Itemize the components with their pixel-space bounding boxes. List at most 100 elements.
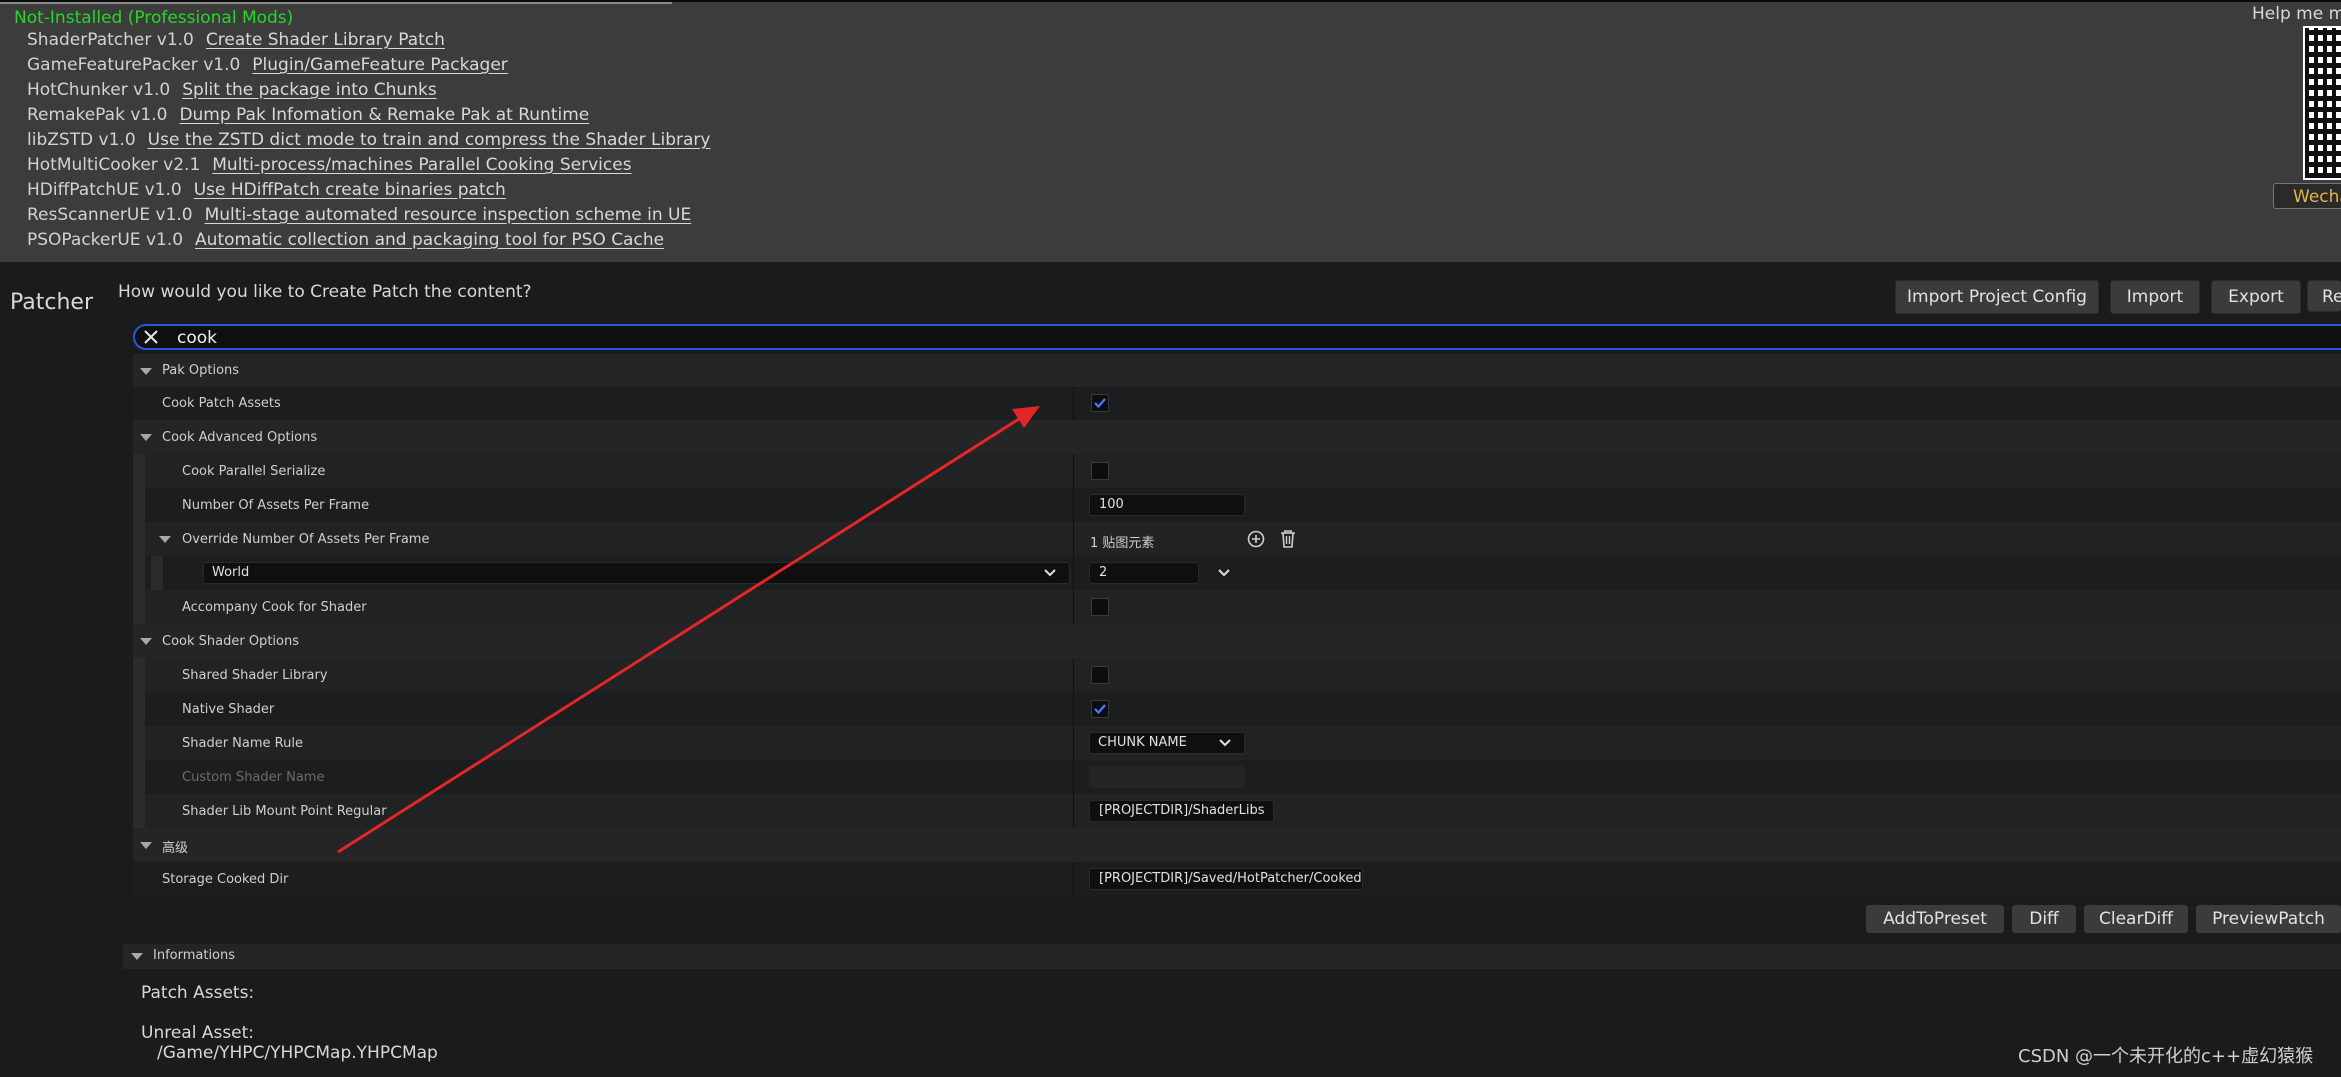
category-label: 高级 (162, 841, 189, 856)
column-divider[interactable] (1073, 556, 1074, 590)
shader-name-rule-dropdown[interactable]: CHUNK NAME (1089, 732, 1245, 754)
import-project-config-button[interactable]: Import Project Config (1895, 280, 2099, 314)
collapse-arrow-icon[interactable] (131, 953, 143, 960)
category-pak-options[interactable]: Pak Options (133, 354, 2341, 387)
clear-diff-button[interactable]: ClearDiff (2084, 905, 2188, 933)
world-value-input[interactable]: 2 (1089, 562, 1199, 584)
map-elements-count: 1 贴图元素 (1090, 536, 1155, 551)
collapse-arrow-icon[interactable] (140, 842, 152, 849)
collapse-arrow-icon[interactable] (140, 367, 152, 375)
mod-item-libzstd: libZSTD v1.0 Use the ZSTD dict mode to tr… (27, 130, 710, 154)
column-divider[interactable] (1073, 658, 1074, 692)
row-number-of-assets-per-frame: Number Of Assets Per Frame 100 (133, 488, 2341, 522)
collapse-arrow-icon[interactable] (140, 434, 152, 441)
chevron-down-icon[interactable] (1217, 568, 1231, 578)
mod-item-remakepak: RemakePak v1.0 Dump Pak Infomation & Rema… (27, 105, 589, 129)
category-informations[interactable]: Informations (123, 944, 2341, 969)
mod-item-gamefeaturepacker: GameFeaturePacker v1.0 Plugin/GameFeature… (27, 55, 508, 79)
mod-link[interactable]: Plugin/GameFeature Packager (252, 55, 507, 75)
wechat-button[interactable]: Wecha (2273, 183, 2341, 209)
delete-trash-icon[interactable] (1279, 529, 1297, 549)
dropdown-value: World (212, 565, 250, 580)
chevron-down-icon (1044, 569, 1056, 577)
row-native-shader: Native Shader (133, 692, 2341, 726)
mod-link[interactable]: Use the ZSTD dict mode to train and comp… (148, 130, 711, 150)
category-cook-advanced-options[interactable]: Cook Advanced Options (133, 420, 2341, 454)
add-element-icon[interactable] (1247, 530, 1265, 548)
top-divider (0, 2, 672, 4)
preview-patch-button[interactable]: PreviewPatch (2196, 905, 2341, 933)
reset-button[interactable]: Re (2307, 280, 2341, 312)
import-button[interactable]: Import (2110, 280, 2200, 314)
mod-name: GameFeaturePacker v1.0 (27, 55, 241, 75)
mod-link[interactable]: Create Shader Library Patch (206, 30, 445, 50)
indent-guide (133, 692, 145, 726)
mod-link[interactable]: Dump Pak Infomation & Remake Pak at Runt… (179, 105, 589, 125)
mod-item-hotchunker: HotChunker v1.0 Split the package into Ch… (27, 80, 437, 104)
property-label: Cook Parallel Serialize (182, 464, 326, 479)
native-shader-checkbox[interactable] (1091, 700, 1109, 718)
property-label: Number Of Assets Per Frame (182, 498, 370, 513)
patcher-tab-label[interactable]: Patcher (10, 290, 93, 315)
help-me-text: Help me ma (2252, 4, 2341, 24)
search-input[interactable] (175, 327, 1679, 349)
indent-guide (133, 488, 145, 522)
clear-search-icon[interactable] (141, 327, 161, 347)
collapse-arrow-icon[interactable] (159, 536, 171, 543)
storage-cooked-dir-input[interactable]: [PROJECTDIR]/Saved/HotPatcher/Cooked (1089, 868, 1363, 890)
category-label: Cook Shader Options (162, 634, 299, 649)
mod-name: PSOPackerUE v1.0 (27, 230, 184, 250)
row-cook-patch-assets: Cook Patch Assets (133, 387, 2341, 420)
patch-question: How would you like to Create Patch the c… (118, 282, 532, 302)
world-select-dropdown[interactable]: World (203, 562, 1070, 584)
column-divider[interactable] (1073, 794, 1074, 828)
category-label: Pak Options (162, 363, 240, 378)
column-divider[interactable] (1073, 522, 1074, 556)
mod-item-hotmulticooker: HotMultiCooker v2.1 Multi-process/machine… (27, 155, 632, 179)
category-advanced[interactable]: 高级 (133, 828, 2341, 862)
cook-patch-assets-checkbox[interactable] (1091, 394, 1109, 412)
category-label: Cook Advanced Options (162, 430, 318, 445)
column-divider[interactable] (1073, 488, 1074, 522)
mod-link[interactable]: Use HDiffPatch create binaries patch (194, 180, 506, 200)
category-cook-shader-options[interactable]: Cook Shader Options (133, 624, 2341, 658)
property-label: Cook Patch Assets (162, 396, 281, 411)
column-divider[interactable] (1073, 692, 1074, 726)
indent-guide (133, 522, 145, 556)
add-to-preset-button[interactable]: AddToPreset (1866, 905, 2004, 933)
row-shared-shader-library: Shared Shader Library (133, 658, 2341, 692)
mod-link[interactable]: Split the package into Chunks (182, 80, 436, 100)
indent-guide (151, 556, 163, 590)
mod-name: libZSTD v1.0 (27, 130, 136, 150)
property-label: Accompany Cook for Shader (182, 600, 367, 615)
mods-panel: Not-Installed (Professional Mods) Shader… (0, 0, 2341, 262)
mod-link[interactable]: Automatic collection and packaging tool … (195, 230, 664, 250)
diff-button[interactable]: Diff (2012, 905, 2076, 933)
number-of-assets-input[interactable]: 100 (1089, 494, 1245, 516)
cook-parallel-serialize-checkbox[interactable] (1091, 462, 1109, 480)
export-button[interactable]: Export (2211, 280, 2301, 314)
column-divider[interactable] (1073, 590, 1074, 624)
category-label: Informations (153, 948, 236, 963)
shared-shader-library-checkbox[interactable] (1091, 666, 1109, 684)
column-divider[interactable] (1073, 454, 1074, 488)
mod-item-hdiffpatchue: HDiffPatchUE v1.0 Use HDiffPatch create b… (27, 180, 506, 204)
qr-code-image (2303, 26, 2341, 180)
shader-lib-mount-input[interactable]: [PROJECTDIR]/ShaderLibs (1089, 800, 1274, 822)
mod-item-shaderpatcher: ShaderPatcher v1.0 Create Shader Library … (27, 30, 445, 54)
indent-guide (133, 454, 145, 488)
mod-name: HDiffPatchUE v1.0 (27, 180, 182, 200)
mod-name: HotChunker v1.0 (27, 80, 171, 100)
mod-link[interactable]: Multi-stage automated resource inspectio… (205, 205, 692, 225)
mod-item-resscannerue: ResScannerUE v1.0 Multi-stage automated r… (27, 205, 691, 229)
row-custom-shader-name: Custom Shader Name (133, 760, 2341, 794)
column-divider[interactable] (1073, 862, 1074, 896)
column-divider[interactable] (1073, 387, 1074, 420)
indent-guide (133, 794, 145, 828)
collapse-arrow-icon[interactable] (140, 638, 152, 645)
column-divider[interactable] (1073, 760, 1074, 794)
mod-link[interactable]: Multi-process/machines Parallel Cooking … (212, 155, 631, 175)
accompany-cook-checkbox[interactable] (1091, 598, 1109, 616)
column-divider[interactable] (1073, 726, 1074, 760)
unreal-asset-label: Unreal Asset: (141, 1023, 255, 1043)
